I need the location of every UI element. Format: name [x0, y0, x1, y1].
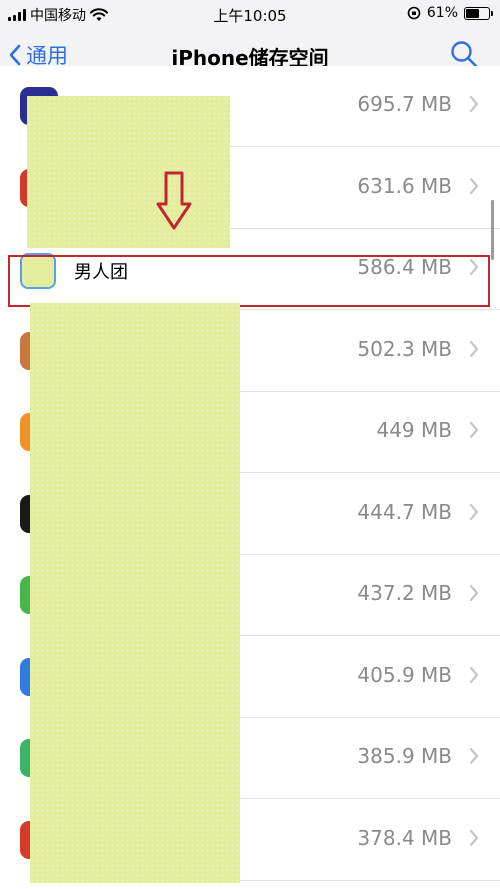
chevron-right-icon: [469, 503, 479, 520]
app-size: 449 MB: [376, 418, 452, 442]
status-bar: 中国移动 上午10:05 61%: [0, 0, 500, 28]
chevron-right-icon: [469, 340, 479, 357]
app-size: 695.7 MB: [357, 92, 452, 116]
battery-icon: [464, 6, 493, 20]
arrow-down-icon: [156, 171, 192, 230]
app-size: 385.9 MB: [357, 744, 452, 768]
search-icon: [451, 41, 478, 68]
app-size: 405.9 MB: [357, 662, 452, 687]
app-size: 444.7 MB: [357, 499, 452, 524]
chevron-right-icon: [469, 829, 479, 846]
chevron-right-icon: [469, 177, 479, 194]
app-size: 378.4 MB: [357, 825, 452, 850]
battery-percent: 61%: [426, 5, 458, 21]
status-right: 61%: [407, 5, 493, 21]
app-size: 586.4 MB: [357, 255, 452, 279]
chevron-right-icon: [469, 258, 479, 276]
chevron-right-icon: [469, 421, 479, 439]
orientation-lock-icon: [407, 6, 421, 20]
app-size: 437.2 MB: [357, 581, 452, 605]
chevron-right-icon: [469, 747, 479, 765]
app-icon: [20, 253, 56, 289]
redaction-patch: [30, 303, 240, 883]
app-size: 502.3 MB: [357, 336, 452, 361]
scroll-indicator[interactable]: [491, 200, 494, 260]
chevron-right-icon: [469, 95, 479, 113]
app-size: 631.6 MB: [357, 173, 452, 198]
chevron-right-icon: [469, 666, 479, 683]
battery-fill: [466, 8, 480, 18]
chevron-right-icon: [469, 584, 479, 602]
app-name: 男人团: [74, 262, 128, 283]
redaction-patch: [27, 96, 230, 248]
